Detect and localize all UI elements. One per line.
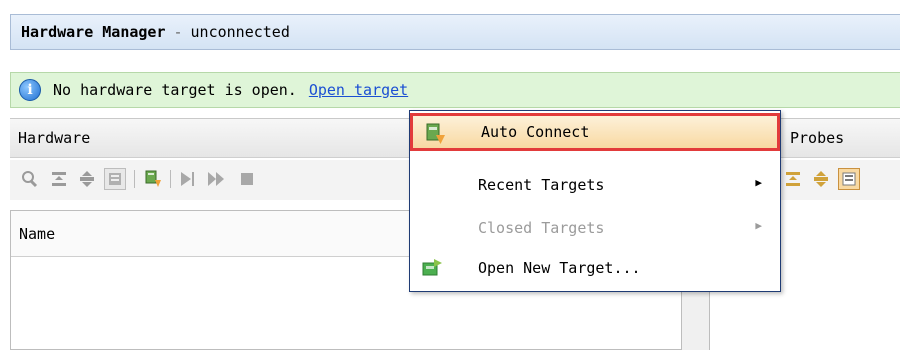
info-banner: i No hardware target is open. Open targe… (10, 72, 900, 108)
hardware-panel-title: Hardware (18, 129, 91, 147)
window-titlebar: Hardware Manager - unconnected (10, 14, 900, 50)
menu-item-open-new-target[interactable]: Open New Target... (410, 249, 780, 287)
properties-icon[interactable] (104, 168, 126, 190)
menu-item-label: Recent Targets (478, 176, 605, 194)
column-name[interactable]: Name (19, 225, 55, 243)
submenu-arrow-icon: ▶ (755, 176, 762, 189)
menu-item-recent-targets[interactable]: Recent Targets ▶ (410, 166, 780, 204)
context-menu: Auto Connect Recent Targets ▶ Closed Tar… (409, 110, 781, 292)
connection-status: unconnected (190, 23, 290, 41)
info-message: No hardware target is open. (53, 81, 297, 99)
probes-panel-title: Probes (790, 129, 845, 147)
menu-item-auto-connect[interactable]: Auto Connect (410, 113, 780, 151)
expand-all-icon[interactable] (76, 168, 98, 190)
auto-connect-icon (423, 122, 447, 146)
app-title: Hardware Manager (21, 23, 166, 41)
expand-icon[interactable] (810, 168, 832, 190)
menu-item-label: Closed Targets (478, 219, 605, 237)
properties-selected-icon[interactable] (838, 168, 860, 190)
title-separator: - (173, 23, 183, 41)
stop-icon[interactable] (236, 168, 258, 190)
info-icon: i (19, 79, 41, 101)
toolbar-separator (134, 170, 135, 188)
auto-connect-icon[interactable] (142, 168, 164, 190)
run-icon[interactable] (176, 168, 198, 190)
collapse-all-icon[interactable] (48, 168, 70, 190)
open-target-link[interactable]: Open target (309, 81, 408, 99)
run-all-icon[interactable] (206, 168, 228, 190)
collapse-icon[interactable] (782, 168, 804, 190)
open-new-target-icon (420, 255, 444, 279)
menu-item-label: Open New Target... (478, 259, 641, 277)
toolbar-separator (170, 170, 171, 188)
menu-item-label: Auto Connect (481, 123, 590, 141)
menu-item-closed-targets: Closed Targets ▶ (410, 209, 780, 247)
submenu-arrow-icon: ▶ (755, 219, 762, 232)
search-icon[interactable] (18, 168, 40, 190)
